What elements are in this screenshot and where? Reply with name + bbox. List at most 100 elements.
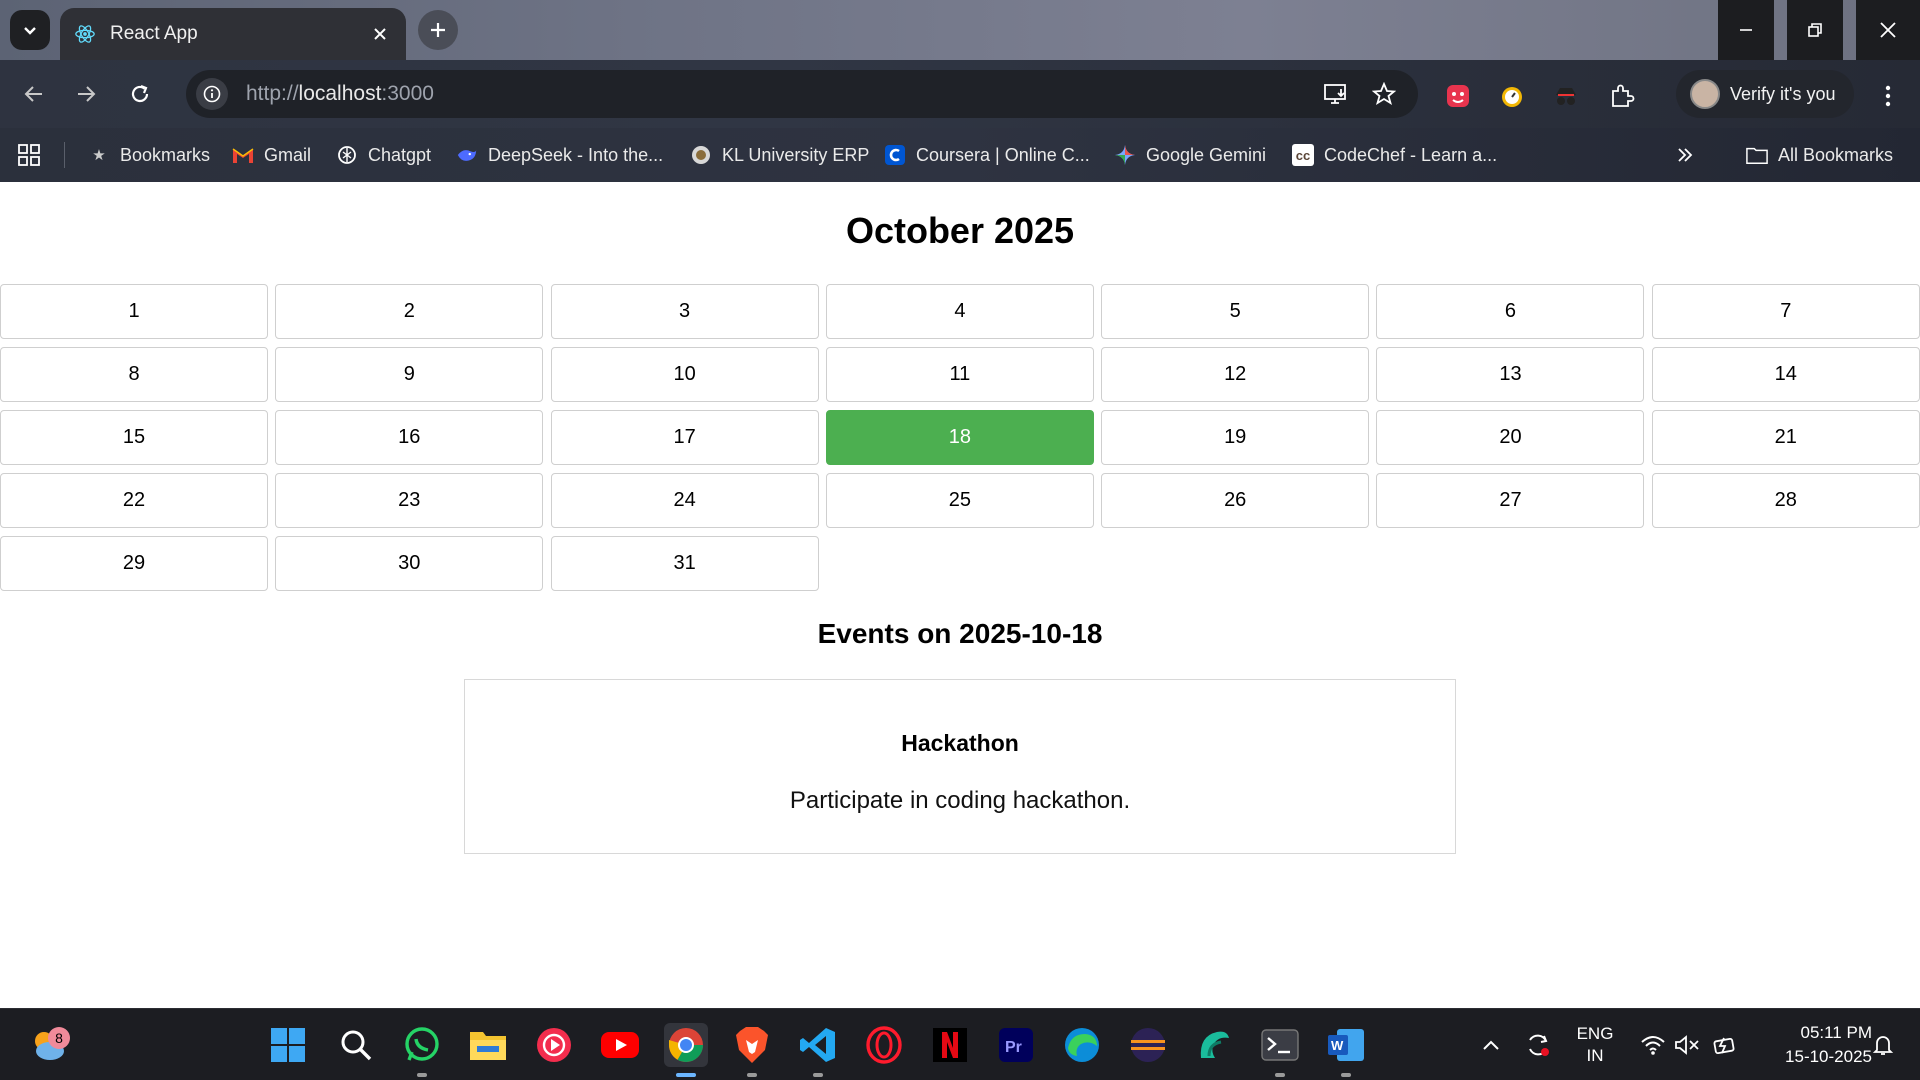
calendar-day-2[interactable]: 2 <box>275 284 544 339</box>
taskbar-premiere-pro[interactable]: Pr <box>994 1023 1038 1067</box>
browser-menu-button[interactable] <box>1872 80 1904 112</box>
youtube-icon <box>601 1032 639 1058</box>
taskbar-vscode[interactable] <box>796 1023 840 1077</box>
battery-charging-icon <box>1713 1037 1735 1055</box>
taskbar-netflix[interactable] <box>928 1023 972 1067</box>
bookmark-chatgpt[interactable]: Chatgpt <box>336 128 431 182</box>
calendar-day-20[interactable]: 20 <box>1376 410 1645 465</box>
calendar-day-13[interactable]: 13 <box>1376 347 1645 402</box>
calendar-day-28[interactable]: 28 <box>1651 473 1920 528</box>
restore-button[interactable] <box>1787 0 1843 60</box>
sync-status-button[interactable] <box>1522 1009 1554 1080</box>
apps-button[interactable] <box>18 128 40 182</box>
start-button[interactable] <box>266 1023 310 1067</box>
bookmark-bookmarks[interactable]: ★ Bookmarks <box>88 128 210 182</box>
weather-widget[interactable]: 8 <box>26 1023 70 1067</box>
folder-icon <box>1746 144 1768 166</box>
taskbar-eclipse[interactable] <box>1126 1023 1170 1067</box>
calendar-day-9[interactable]: 9 <box>275 347 544 402</box>
extensions-button[interactable] <box>1606 80 1638 112</box>
close-window-button[interactable] <box>1856 0 1920 60</box>
calendar-day-31[interactable]: 31 <box>550 536 819 591</box>
calendar-day-26[interactable]: 26 <box>1101 473 1370 528</box>
bookmarks-divider <box>64 142 65 168</box>
extension-red-button[interactable] <box>1442 80 1474 112</box>
bookmark-gmail[interactable]: Gmail <box>232 128 311 182</box>
extension-timer-button[interactable] <box>1496 80 1528 112</box>
calendar-day-3[interactable]: 3 <box>550 284 819 339</box>
reload-icon <box>131 84 149 103</box>
taskbar-whatsapp[interactable] <box>400 1023 444 1077</box>
region-code: IN <box>1586 1046 1604 1065</box>
all-bookmarks-button[interactable]: All Bookmarks <box>1746 128 1893 182</box>
back-button[interactable] <box>14 74 54 114</box>
extension-spy-button[interactable] <box>1550 80 1582 112</box>
taskbar-app[interactable] <box>1192 1023 1236 1067</box>
volume-status[interactable] <box>1672 1009 1702 1080</box>
taskbar-file-explorer[interactable] <box>466 1023 510 1067</box>
puzzle-icon <box>1612 84 1635 107</box>
calendar-day-16[interactable]: 16 <box>275 410 544 465</box>
taskbar-chrome[interactable] <box>664 1023 708 1077</box>
calendar-day-30[interactable]: 30 <box>275 536 544 591</box>
url-text[interactable]: http://localhost:3000 <box>246 82 434 106</box>
calendar-day-19[interactable]: 19 <box>1101 410 1370 465</box>
taskbar-music-player[interactable] <box>532 1023 576 1067</box>
battery-status[interactable] <box>1710 1009 1740 1080</box>
calendar-day-29[interactable]: 29 <box>0 536 268 591</box>
clock[interactable]: 05:11 PM 15-10-2025 <box>1752 1009 1872 1080</box>
calendar-day-25[interactable]: 25 <box>825 473 1094 528</box>
bookmark-deepseek[interactable]: DeepSeek - Into the... <box>456 128 663 182</box>
calendar-day-15[interactable]: 15 <box>0 410 268 465</box>
calendar-day-17[interactable]: 17 <box>550 410 819 465</box>
install-app-button[interactable] <box>1320 78 1352 110</box>
address-bar[interactable]: http://localhost:3000 <box>186 70 1418 118</box>
taskbar-opera[interactable] <box>862 1023 906 1067</box>
calendar-day-23[interactable]: 23 <box>275 473 544 528</box>
taskbar-brave[interactable] <box>730 1023 774 1077</box>
calendar-day-8[interactable]: 8 <box>0 347 268 402</box>
clock-time: 05:11 PM <box>1800 1023 1872 1042</box>
bookmark-coursera[interactable]: Coursera | Online C... <box>884 128 1090 182</box>
calendar-day-18[interactable]: 18 <box>825 410 1094 465</box>
star-icon <box>1372 82 1396 105</box>
calendar-day-6[interactable]: 6 <box>1376 284 1645 339</box>
taskbar-terminal[interactable] <box>1258 1023 1302 1077</box>
language-indicator[interactable]: ENG IN <box>1570 1009 1620 1080</box>
calendar-day-11[interactable]: 11 <box>825 347 1094 402</box>
calendar-day-22[interactable]: 22 <box>0 473 268 528</box>
calendar-day-12[interactable]: 12 <box>1101 347 1370 402</box>
show-hidden-icons-button[interactable] <box>1478 1009 1504 1080</box>
more-bookmarks-button[interactable] <box>1676 128 1694 182</box>
calendar-day-21[interactable]: 21 <box>1651 410 1920 465</box>
taskbar-word[interactable]: W <box>1324 1023 1368 1077</box>
forward-button[interactable] <box>66 74 106 114</box>
profile-button[interactable]: Verify it's you <box>1676 70 1854 118</box>
new-tab-button[interactable] <box>418 10 458 50</box>
minimize-button[interactable] <box>1718 0 1774 60</box>
tab-react-app[interactable]: React App <box>60 8 406 60</box>
tab-close-button[interactable] <box>368 22 392 46</box>
calendar-day-27[interactable]: 27 <box>1376 473 1645 528</box>
reload-button[interactable] <box>120 74 160 114</box>
taskbar-edge[interactable] <box>1060 1023 1104 1067</box>
calendar-day-24[interactable]: 24 <box>550 473 819 528</box>
taskbar-search-button[interactable] <box>334 1023 378 1067</box>
calendar-day-1[interactable]: 1 <box>0 284 268 339</box>
all-bookmarks-label: All Bookmarks <box>1778 144 1894 165</box>
calendar-day-10[interactable]: 10 <box>550 347 819 402</box>
calendar-day-4[interactable]: 4 <box>825 284 1094 339</box>
bookmark-kl-university-erp[interactable]: KL University ERP <box>690 128 869 182</box>
spy-icon <box>1556 88 1576 105</box>
wifi-status[interactable] <box>1638 1009 1668 1080</box>
bookmark-google-gemini[interactable]: Google Gemini <box>1114 128 1266 182</box>
bookmark-star-button[interactable] <box>1368 78 1400 110</box>
taskbar-youtube[interactable] <box>598 1023 642 1067</box>
tab-search-button[interactable] <box>10 10 50 50</box>
bookmark-codechef[interactable]: cc CodeChef - Learn a... <box>1292 128 1497 182</box>
calendar-day-5[interactable]: 5 <box>1101 284 1370 339</box>
calendar-day-14[interactable]: 14 <box>1651 347 1920 402</box>
notifications-button[interactable] <box>1866 1009 1900 1080</box>
site-info-button[interactable] <box>196 78 228 110</box>
calendar-day-7[interactable]: 7 <box>1651 284 1920 339</box>
